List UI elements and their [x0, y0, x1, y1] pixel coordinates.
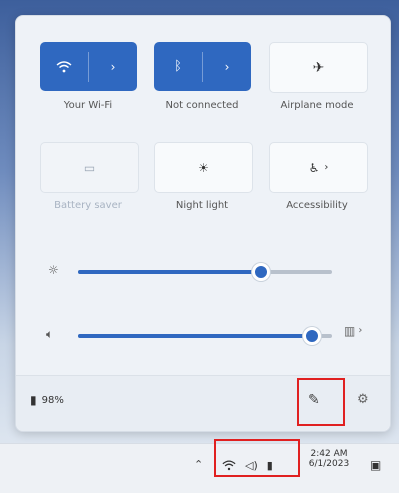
volume-slider-thumb[interactable] [302, 327, 321, 345]
highlight-box-tray [214, 439, 300, 477]
chevron-right-icon: › [324, 161, 329, 173]
highlight-box-edit [297, 378, 345, 426]
taskbar-date: 6/1/2023 [308, 459, 350, 469]
audio-output-icon: ▥ [344, 324, 356, 338]
wifi-icon [56, 60, 72, 72]
night-light-label: Night light [175, 200, 229, 211]
night-light-tile[interactable]: ☀ [154, 142, 253, 193]
taskbar-time: 2:42 AM [310, 449, 348, 459]
gear-icon: ⚙ [357, 392, 369, 407]
wifi-toggle[interactable] [40, 42, 88, 91]
chevron-right-icon: › [358, 325, 363, 336]
accessibility-icon: ♿ [308, 160, 320, 175]
battery-icon: ▮ [30, 393, 37, 407]
accessibility-label: Accessibility [286, 200, 348, 211]
notification-icon[interactable]: ▣ [370, 458, 381, 472]
battery-saver-tile[interactable]: ▭ [40, 142, 139, 193]
taskbar: ⌃ ◁) ▮ 2:42 AM 6/1/2023 ▣ [0, 443, 399, 493]
battery-saver-label: Battery saver [54, 200, 122, 211]
chevron-right-icon: › [110, 59, 116, 74]
bluetooth-label: Not connected [165, 100, 239, 111]
volume-slider-fill [78, 334, 312, 338]
accessibility-tile[interactable]: ♿ › [269, 142, 368, 193]
brightness-slider-fill [78, 270, 261, 274]
brightness-slider-thumb[interactable] [251, 263, 270, 281]
airplane-mode-tile[interactable]: ✈ [269, 42, 368, 93]
taskbar-clock[interactable]: 2:42 AM 6/1/2023 [300, 449, 358, 469]
night-light-icon: ☀ [198, 160, 209, 175]
bluetooth-icon: ᛒ [174, 59, 182, 74]
quick-settings-panel: › ᛒ › ✈ Your Wi-Fi Not connected Airplan… [15, 15, 391, 432]
bluetooth-toggle[interactable]: ᛒ [154, 42, 202, 91]
wifi-expand-button[interactable]: › [89, 42, 137, 91]
bluetooth-expand-button[interactable]: › [203, 42, 251, 91]
wifi-label: Your Wi-Fi [63, 100, 113, 111]
airplane-icon: ✈ [312, 59, 325, 76]
chevron-right-icon: › [224, 59, 230, 74]
chevron-up-icon[interactable]: ⌃ [194, 458, 203, 471]
volume-icon[interactable]: 🔈︎ [46, 328, 53, 340]
battery-saver-icon: ▭ [83, 160, 96, 175]
settings-button[interactable]: ⚙ [357, 392, 369, 407]
brightness-icon: ☼ [48, 263, 59, 277]
battery-percent: 98% [41, 394, 64, 406]
airplane-mode-label: Airplane mode [280, 100, 354, 111]
bluetooth-tile[interactable]: ᛒ › [154, 42, 251, 91]
audio-output-button[interactable]: ▥ › [344, 325, 362, 337]
battery-status[interactable]: ▮ 98% [30, 394, 64, 406]
wifi-tile[interactable]: › [40, 42, 137, 91]
